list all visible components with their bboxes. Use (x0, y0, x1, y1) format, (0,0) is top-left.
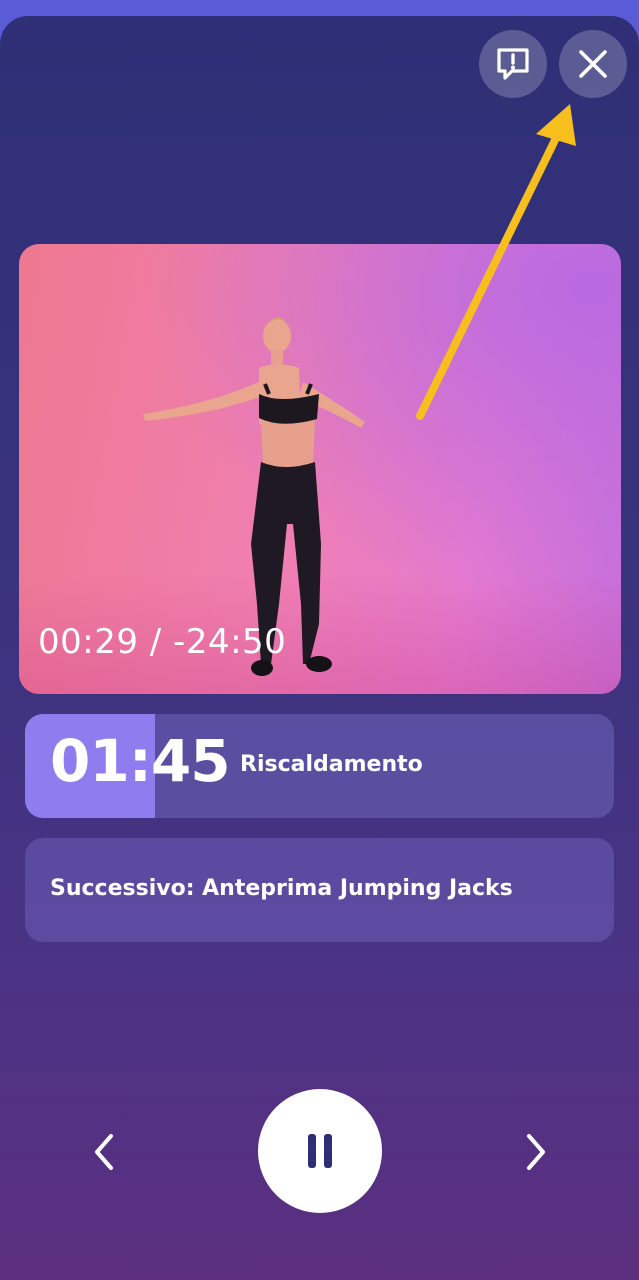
pause-icon (304, 1134, 336, 1168)
close-icon (579, 50, 607, 78)
current-exercise-card: 01:45 Riscaldamento (25, 714, 614, 818)
workout-player-sheet: 00:29 / -24:50 01:45 Riscaldamento Succe… (0, 16, 639, 1280)
chevron-right-icon (527, 1134, 545, 1170)
next-exercise-label: Successivo: Anteprima Jumping Jacks (50, 876, 513, 901)
report-button[interactable] (479, 30, 547, 98)
next-exercise-card[interactable]: Successivo: Anteprima Jumping Jacks (25, 838, 614, 942)
video-timecode: 00:29 / -24:50 (38, 622, 287, 662)
pause-button[interactable] (258, 1089, 382, 1213)
exercise-name: Riscaldamento (240, 752, 423, 777)
exercise-timer: 01:45 (50, 727, 231, 795)
close-button[interactable] (559, 30, 627, 98)
chevron-left-icon (95, 1134, 113, 1170)
next-button[interactable] (512, 1128, 560, 1176)
exercise-video[interactable]: 00:29 / -24:50 (19, 244, 621, 694)
previous-button[interactable] (80, 1128, 128, 1176)
report-feedback-icon (497, 48, 529, 80)
